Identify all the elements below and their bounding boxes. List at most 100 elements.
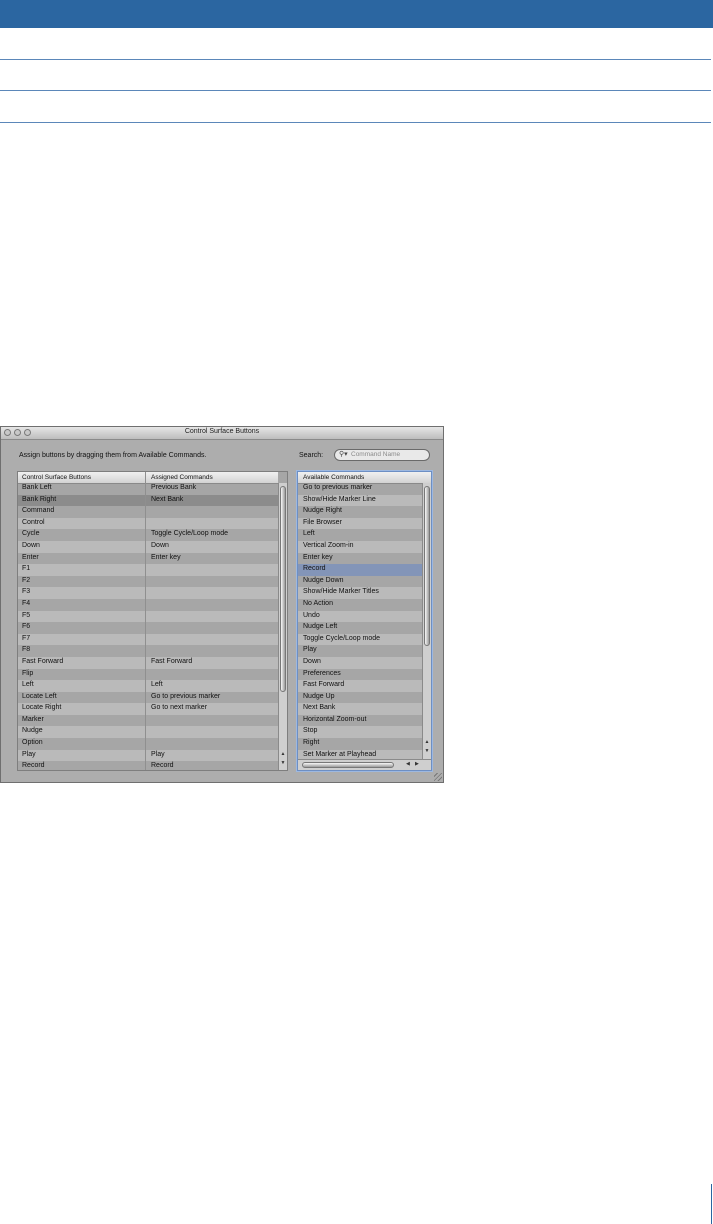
control-surface-button-cell: Fast Forward bbox=[22, 657, 64, 665]
scroll-left-arrow-icon[interactable]: ◀ bbox=[406, 761, 410, 767]
available-command-label: Left bbox=[303, 530, 315, 538]
table-row[interactable]: Command bbox=[18, 506, 278, 518]
available-command-label: Down bbox=[303, 657, 321, 665]
list-item[interactable]: Undo bbox=[298, 610, 422, 623]
table-row[interactable]: F5 bbox=[18, 610, 278, 623]
assigned-command-cell: Next Bank bbox=[151, 495, 184, 503]
list-item[interactable]: Record bbox=[298, 564, 422, 576]
list-item[interactable]: Go to previous marker bbox=[298, 483, 422, 495]
table-row[interactable]: Enter Enter key bbox=[18, 553, 278, 565]
right-horizontal-scrollbar[interactable]: ◀ ▶ bbox=[298, 759, 431, 770]
list-item[interactable]: Nudge Up bbox=[298, 692, 422, 704]
list-item[interactable]: File Browser bbox=[298, 517, 422, 530]
available-command-label: Show/Hide Marker Titles bbox=[303, 588, 379, 596]
scroll-thumb[interactable] bbox=[280, 486, 286, 692]
assigned-command-cell: Left bbox=[151, 681, 163, 689]
control-surface-buttons-window: Control Surface Buttons Assign buttons b… bbox=[0, 426, 444, 783]
available-command-label: Go to previous marker bbox=[303, 484, 373, 491]
table-row[interactable]: F2 bbox=[18, 576, 278, 588]
column-header-available-commands[interactable]: Available Commands bbox=[303, 474, 364, 481]
list-item[interactable]: Preferences bbox=[298, 669, 422, 681]
control-surface-button-cell: F5 bbox=[22, 611, 31, 619]
available-command-label: Record bbox=[303, 565, 326, 573]
scroll-up-arrow-icon[interactable]: ▲ bbox=[279, 751, 287, 757]
scroll-thumb[interactable] bbox=[424, 486, 430, 646]
list-item[interactable]: Nudge Down bbox=[298, 576, 422, 588]
search-icon[interactable]: ⚲▾ bbox=[339, 450, 348, 458]
available-command-label: Vertical Zoom-in bbox=[303, 541, 354, 549]
table-row[interactable]: Record Record bbox=[18, 761, 278, 770]
table-row[interactable]: Nudge bbox=[18, 726, 278, 739]
list-item[interactable]: Play bbox=[298, 645, 422, 657]
table-row[interactable]: Left Left bbox=[18, 680, 278, 692]
table-row[interactable]: Down Down bbox=[18, 540, 278, 553]
list-item[interactable]: Toggle Cycle/Loop mode bbox=[298, 633, 422, 646]
table-row[interactable]: Bank Left Previous Bank bbox=[18, 483, 278, 495]
right-vertical-scrollbar[interactable]: ▲ ▼ bbox=[422, 483, 431, 759]
control-surface-button-cell: F7 bbox=[22, 634, 31, 642]
list-item[interactable]: Down bbox=[298, 656, 422, 669]
list-item[interactable]: Enter key bbox=[298, 553, 422, 565]
table-row[interactable]: Flip bbox=[18, 669, 278, 681]
table-row[interactable]: Bank Right Next Bank bbox=[18, 494, 278, 507]
control-surface-button-cell: Locate Right bbox=[22, 704, 62, 712]
assigned-command-cell: Previous Bank bbox=[151, 484, 197, 491]
scroll-down-arrow-icon[interactable]: ▼ bbox=[279, 760, 287, 766]
control-surface-button-cell: Record bbox=[22, 762, 45, 770]
list-item[interactable]: Left bbox=[298, 529, 422, 541]
column-divider bbox=[145, 472, 146, 770]
available-command-label: Play bbox=[303, 646, 317, 654]
scroll-thumb[interactable] bbox=[302, 762, 394, 768]
assigned-command-cell: Play bbox=[151, 750, 165, 758]
search-label: Search: bbox=[299, 452, 324, 459]
instruction-text: Assign buttons by dragging them from Ava… bbox=[19, 452, 207, 459]
control-surface-button-cell: Marker bbox=[22, 715, 44, 723]
list-item[interactable]: No Action bbox=[298, 599, 422, 611]
table-row[interactable]: Locate Left Go to previous marker bbox=[18, 692, 278, 704]
control-surface-button-cell: Enter bbox=[22, 553, 39, 561]
table-row[interactable]: F6 bbox=[18, 622, 278, 634]
scroll-down-arrow-icon[interactable]: ▼ bbox=[423, 748, 431, 754]
list-item[interactable]: Right bbox=[298, 738, 422, 750]
control-surface-button-cell: Bank Right bbox=[22, 495, 57, 503]
scroll-up-arrow-icon[interactable]: ▲ bbox=[423, 739, 431, 745]
table-row[interactable]: Play Play bbox=[18, 749, 278, 762]
table-row[interactable]: F8 bbox=[18, 645, 278, 657]
list-item[interactable]: Vertical Zoom-in bbox=[298, 540, 422, 553]
table-row[interactable]: F4 bbox=[18, 599, 278, 611]
column-header-assigned-commands[interactable]: Assigned Commands bbox=[151, 474, 213, 481]
available-command-label: Right bbox=[303, 739, 320, 747]
list-item[interactable]: Stop bbox=[298, 726, 422, 739]
control-surface-button-cell: F8 bbox=[22, 646, 31, 654]
list-item[interactable]: Show/Hide Marker Titles bbox=[298, 587, 422, 599]
available-command-label: Preferences bbox=[303, 669, 341, 677]
column-header-control-surface-buttons[interactable]: Control Surface Buttons bbox=[22, 474, 91, 481]
table-row[interactable]: Marker bbox=[18, 715, 278, 727]
list-item[interactable]: Fast Forward bbox=[298, 680, 422, 692]
table-row[interactable]: F3 bbox=[18, 587, 278, 599]
available-command-label: Horizontal Zoom-out bbox=[303, 715, 367, 723]
left-vertical-scrollbar[interactable]: ▲ ▼ bbox=[278, 483, 287, 770]
scroll-right-arrow-icon[interactable]: ▶ bbox=[415, 761, 419, 767]
available-commands-table: Available Commands Go to previous marker… bbox=[297, 471, 432, 771]
list-item[interactable]: Nudge Left bbox=[298, 622, 422, 634]
window-titlebar: Control Surface Buttons bbox=[1, 427, 443, 440]
list-item[interactable]: Show/Hide Marker Line bbox=[298, 494, 422, 507]
resize-grip-icon[interactable] bbox=[434, 773, 442, 781]
assigned-command-cell: Go to next marker bbox=[151, 704, 208, 712]
table-row[interactable]: Control bbox=[18, 517, 278, 530]
list-item[interactable]: Next Bank bbox=[298, 703, 422, 715]
control-surface-button-cell: Cycle bbox=[22, 530, 40, 538]
available-command-label: Nudge Up bbox=[303, 692, 335, 700]
table-row[interactable]: F1 bbox=[18, 564, 278, 576]
table-row[interactable]: Cycle Toggle Cycle/Loop mode bbox=[18, 529, 278, 541]
table-row[interactable]: Fast Forward Fast Forward bbox=[18, 656, 278, 669]
table-row[interactable]: F7 bbox=[18, 633, 278, 646]
list-item[interactable]: Nudge Right bbox=[298, 506, 422, 518]
search-input[interactable]: ⚲▾ Command Name bbox=[334, 449, 430, 461]
list-item[interactable]: Horizontal Zoom-out bbox=[298, 715, 422, 727]
available-command-label: Toggle Cycle/Loop mode bbox=[303, 634, 381, 642]
table-row[interactable]: Locate Right Go to next marker bbox=[18, 703, 278, 715]
control-surface-button-cell: Flip bbox=[22, 669, 34, 677]
table-row[interactable]: Option bbox=[18, 738, 278, 750]
